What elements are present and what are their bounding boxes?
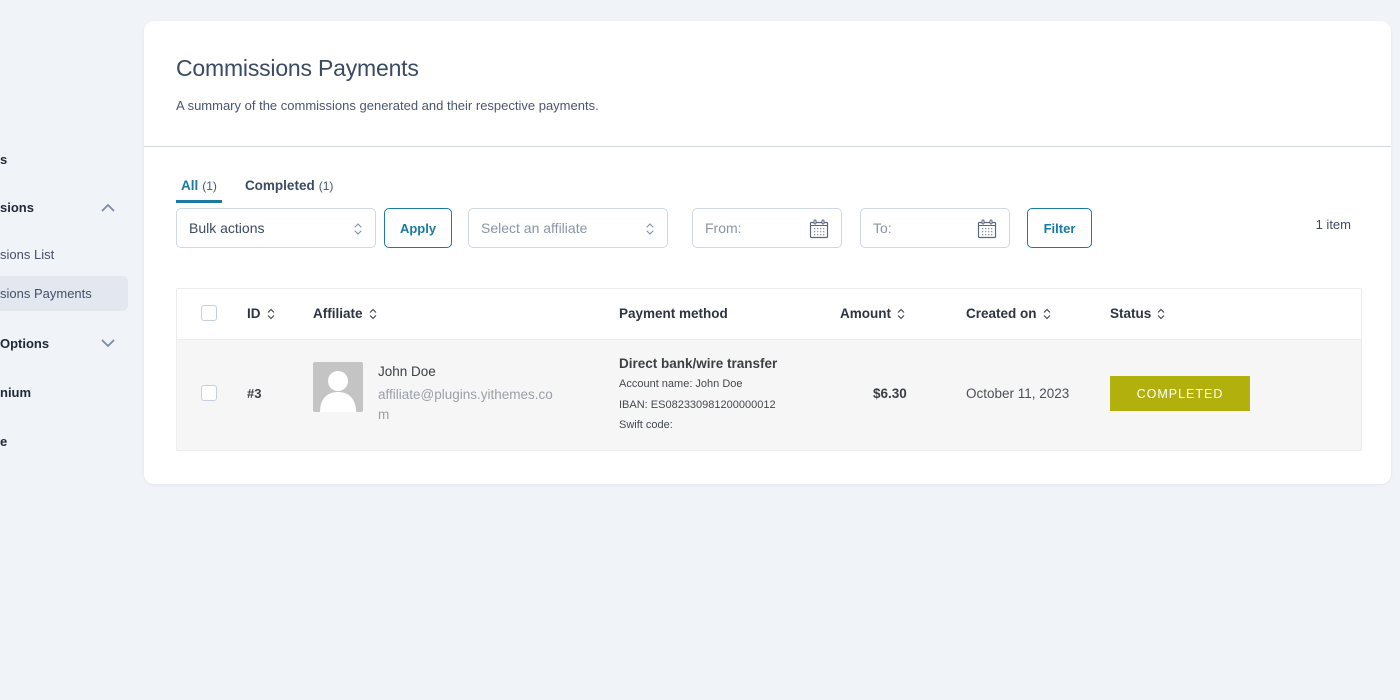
payment-account-name: Account name: John Doe [619,378,743,390]
payment-iban: IBAN: ES082330981200000012 [619,399,776,411]
main-card: Commissions Payments A summary of the co… [144,21,1391,484]
affiliate-name[interactable]: John Doe [378,364,436,379]
sort-icon [897,308,905,319]
tab-completed[interactable]: Completed (1) [240,177,338,203]
sidebar-item-commissions[interactable]: sions [0,190,128,225]
column-header-amount[interactable]: Amount [840,306,905,321]
column-header-id[interactable]: ID [247,306,275,321]
page-header: Commissions Payments A summary of the co… [144,21,1391,147]
payment-amount: $6.30 [873,386,907,401]
sidebar-item-options[interactable]: Options [0,326,128,361]
column-label: Affiliate [313,306,363,321]
table-row: #3 John Doe affiliate@plugins.yithemes.c… [177,340,1361,450]
column-label: Created on [966,306,1037,321]
payment-method-title: Direct bank/wire transfer [619,356,778,371]
sidebar-item-other[interactable]: e [0,424,128,459]
calendar-icon[interactable] [977,219,997,242]
column-header-payment-method: Payment method [619,306,728,321]
sidebar-item-label: sions Payments [0,286,92,301]
filter-button[interactable]: Filter [1027,208,1092,248]
tab-label: Completed [244,178,315,193]
sidebar-item-label: nium [0,385,32,400]
chevron-up-icon [100,200,116,216]
date-to-placeholder: To: [873,220,892,236]
page-title: Commissions Payments [176,55,419,81]
bulk-actions-select[interactable]: Bulk actions [176,208,376,248]
avatar [313,362,363,412]
items-count: 1 item [1315,217,1351,232]
date-from-input[interactable]: From: [692,208,842,248]
sort-icon [1157,308,1165,319]
chevron-down-icon [100,336,116,352]
tab-label: All [181,178,199,193]
status-badge: COMPLETED [1110,376,1250,411]
sort-icon [369,308,376,319]
payment-swift: Swift code: [619,419,673,431]
payment-id[interactable]: #3 [247,386,261,401]
affiliate-email: affiliate@plugins.yithemes.com [378,387,553,422]
column-header-status[interactable]: Status [1110,306,1165,321]
date-to-input[interactable]: To: [860,208,1010,248]
sidebar-item-label: sions [0,200,34,215]
filter-toolbar: Bulk actions Apply Select an affiliate F… [144,208,1391,248]
calendar-icon[interactable] [809,219,829,242]
tab-count: (1) [318,179,334,193]
column-label: Payment method [619,306,728,321]
sort-icon [267,308,274,319]
sidebar-item-commissions-payments[interactable]: sions Payments [0,276,128,311]
column-header-affiliate[interactable]: Affiliate [313,306,377,321]
affiliate-select[interactable]: Select an affiliate [468,208,668,248]
bulk-actions-value: Bulk actions [189,220,265,236]
column-label: Amount [840,306,891,321]
select-caret-icon [353,221,363,240]
table-header: ID Affiliate Payment method Amount Creat… [177,289,1361,340]
user-placeholder-icon [320,371,356,412]
page-description: A summary of the commissions generated a… [176,98,599,113]
select-caret-icon [645,221,655,240]
sidebar-item-label: Options [0,336,50,351]
tab-all[interactable]: All (1) [176,177,222,203]
sidebar-item-label: e [0,434,8,449]
select-all-checkbox[interactable] [201,305,217,321]
column-label: ID [247,306,261,321]
sidebar-item-label: s [0,152,8,167]
status-tabs: All (1) Completed (1) [176,177,338,203]
payments-table: ID Affiliate Payment method Amount Creat… [176,288,1362,451]
payment-created-on: October 11, 2023 [966,386,1070,401]
sidebar-item-premium[interactable]: nium [0,375,128,410]
sidebar-item-label: sions List [0,247,55,262]
column-header-created-on[interactable]: Created on [966,306,1051,321]
sidebar: s sions sions List sions Payments Option… [0,0,140,700]
sort-icon [1043,308,1050,319]
column-label: Status [1110,306,1152,321]
sidebar-item-affiliates[interactable]: s [0,142,128,177]
sidebar-item-commissions-list[interactable]: sions List [0,237,128,272]
tab-count: (1) [202,179,217,193]
affiliate-select-placeholder: Select an affiliate [481,220,588,236]
apply-button[interactable]: Apply [384,208,452,248]
date-from-placeholder: From: [705,220,742,236]
row-checkbox[interactable] [201,385,217,401]
